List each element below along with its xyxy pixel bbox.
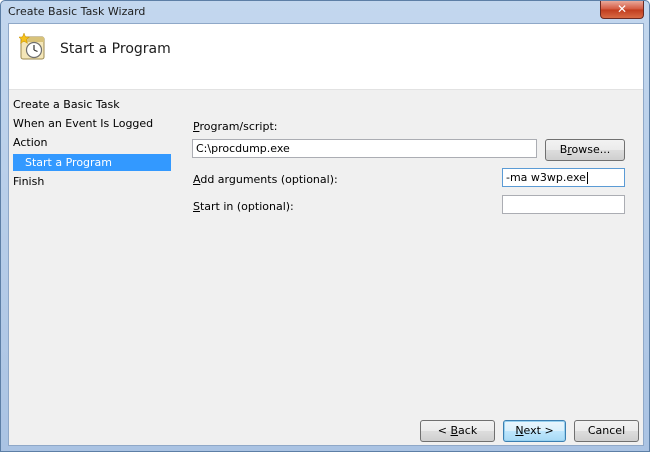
wizard-body: Create a Basic Task When an Event Is Log… — [9, 90, 643, 445]
wizard-window: Create Basic Task Wizard ✕ Start a Progr… — [0, 0, 650, 452]
wizard-client-area: Start a Program Create a Basic Task When… — [8, 23, 644, 446]
nav-step-create-basic-task[interactable]: Create a Basic Task — [13, 96, 120, 113]
back-button[interactable]: < Back — [420, 420, 495, 442]
nav-step-action[interactable]: Action — [13, 134, 47, 151]
window-title: Create Basic Task Wizard — [8, 5, 146, 18]
program-script-input[interactable]: C:\procdump.exe — [192, 139, 537, 158]
browse-button[interactable]: Browse... — [545, 139, 625, 161]
next-button[interactable]: Next > — [503, 420, 566, 442]
wizard-header: Start a Program — [9, 24, 643, 89]
nav-step-finish[interactable]: Finish — [13, 173, 44, 190]
title-bar[interactable]: Create Basic Task Wizard ✕ — [1, 1, 649, 23]
page-title: Start a Program — [60, 41, 171, 57]
start-in-input[interactable] — [502, 195, 625, 214]
close-icon: ✕ — [616, 2, 628, 16]
start-in-label: Start in (optional): — [193, 200, 294, 213]
cancel-button[interactable]: Cancel — [574, 420, 639, 442]
add-arguments-label: Add arguments (optional): — [193, 173, 338, 186]
text-cursor — [586, 172, 588, 184]
program-script-label: Program/script: — [193, 120, 278, 133]
nav-step-when-event-logged[interactable]: When an Event Is Logged — [13, 115, 153, 132]
close-button[interactable]: ✕ — [600, 1, 644, 19]
task-scheduler-icon — [19, 33, 45, 60]
add-arguments-input[interactable]: -ma w3wp.exe — [502, 168, 625, 187]
nav-step-start-a-program[interactable]: Start a Program — [13, 154, 171, 171]
